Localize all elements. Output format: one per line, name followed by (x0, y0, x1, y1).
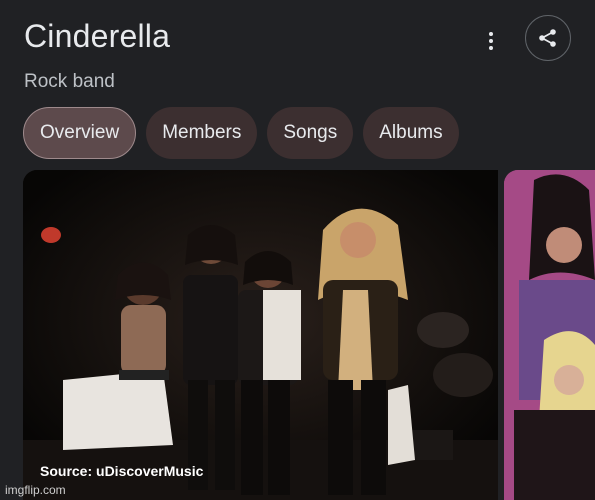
tab-albums[interactable]: Albums (363, 107, 459, 159)
share-button[interactable] (525, 15, 571, 61)
share-icon (539, 29, 556, 47)
tab-members[interactable]: Members (146, 107, 258, 159)
tab-overview[interactable]: Overview (23, 107, 137, 159)
page-title: Cinderella (24, 18, 171, 54)
band-photo-illustration (23, 170, 498, 500)
second-photo-illustration (504, 170, 595, 500)
more-options-button[interactable] (478, 28, 504, 54)
more-vert-dot (489, 39, 493, 43)
watermark: imgflip.com (5, 483, 66, 497)
band-photo[interactable] (23, 170, 498, 500)
tab-bar: Overview Members Songs Albums (23, 107, 459, 159)
page-subtitle: Rock band (24, 71, 115, 92)
image-source-caption: Source: uDiscoverMusic (40, 463, 204, 479)
tab-songs[interactable]: Songs (267, 107, 354, 159)
more-vert-icon (489, 32, 493, 36)
more-vert-dot (489, 46, 493, 50)
second-photo[interactable] (504, 170, 595, 500)
